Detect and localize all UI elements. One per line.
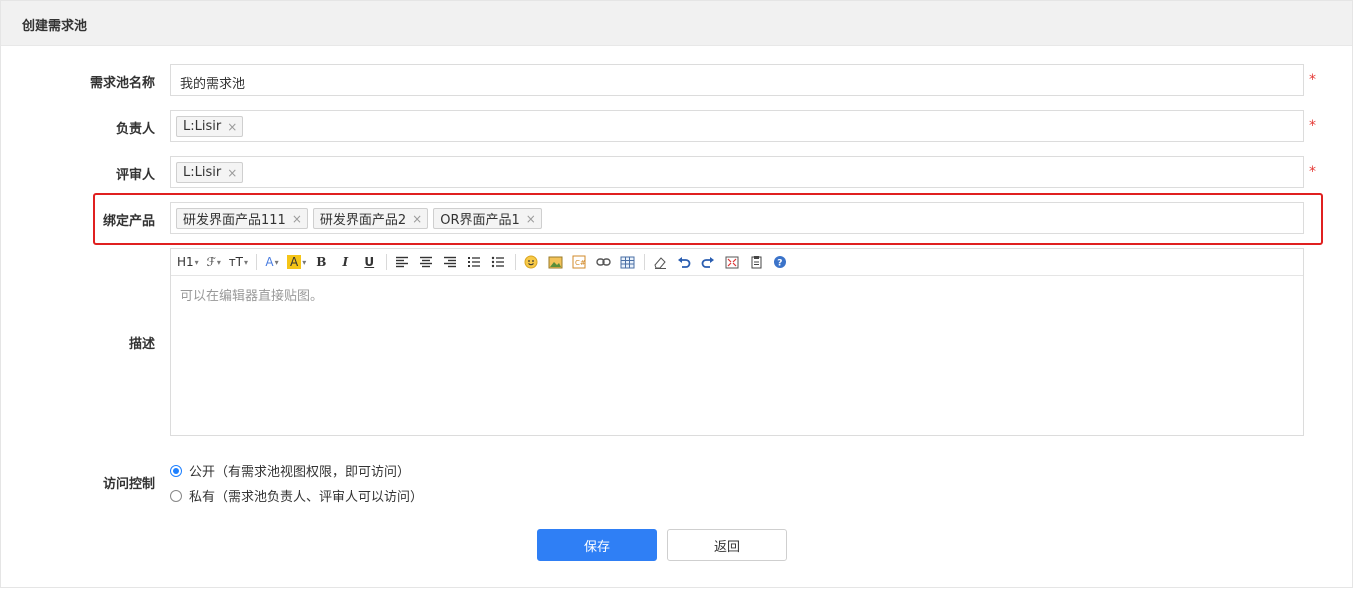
reviewer-required-mark: * <box>1309 164 1316 180</box>
access-option-private-label: 私有（需求池负责人、评审人可以访问） <box>189 490 424 505</box>
reviewer-label: 评审人 <box>115 168 155 183</box>
back-button[interactable]: 返回 <box>667 529 787 561</box>
name-input-value: 我的需求池 <box>180 77 246 92</box>
name-required-mark: * <box>1309 72 1316 88</box>
panel-header: 创建需求池 <box>1 1 1352 46</box>
access-option-public-label: 公开（有需求池视图权限，即可访问） <box>189 465 411 480</box>
reviewer-select[interactable]: L:Lisir × <box>170 156 1304 188</box>
heading-button[interactable]: H1 ▾ <box>177 252 199 272</box>
access-label: 访问控制 <box>102 477 155 492</box>
description-label: 描述 <box>128 337 155 352</box>
font-family-button[interactable]: ℱ ▾ <box>205 252 223 272</box>
chevron-down-icon: ▾ <box>244 257 249 267</box>
undo-icon[interactable] <box>675 252 693 272</box>
editor-placeholder: 可以在编辑器直接贴图。 <box>180 289 324 304</box>
owner-select[interactable]: L:Lisir × <box>170 110 1304 142</box>
toolbar-divider <box>515 254 517 270</box>
svg-text:?: ? <box>778 259 783 269</box>
radio-unchecked-icon[interactable] <box>170 489 182 502</box>
reviewer-tag-label: L:Lisir <box>183 165 222 180</box>
ordered-list-icon[interactable] <box>465 252 483 272</box>
name-input[interactable]: 我的需求池 <box>170 64 1304 96</box>
align-center-icon[interactable] <box>417 252 435 272</box>
access-option-private[interactable]: 私有（需求池负责人、评审人可以访问） <box>170 486 423 505</box>
editor-toolbar: H1 ▾ ℱ ▾ тT ▾ A ▾ A ▾ B I U C# ? <box>171 249 1303 276</box>
svg-text:C#: C# <box>575 259 586 267</box>
toolbar-divider <box>256 254 258 270</box>
radio-checked-icon[interactable] <box>170 464 182 477</box>
code-icon[interactable]: C# <box>570 252 588 272</box>
fullscreen-icon[interactable] <box>723 252 741 272</box>
redo-icon[interactable] <box>699 252 717 272</box>
help-icon[interactable]: ? <box>771 252 789 272</box>
bold-button[interactable]: B <box>312 252 330 272</box>
image-icon[interactable] <box>546 252 564 272</box>
access-option-public[interactable]: 公开（有需求池视图权限，即可访问） <box>170 461 410 480</box>
table-icon[interactable] <box>618 252 636 272</box>
close-icon[interactable]: × <box>227 166 237 180</box>
emoji-icon[interactable] <box>522 252 540 272</box>
underline-button[interactable]: U <box>360 252 378 272</box>
font-color-button[interactable]: A ▾ <box>263 252 281 272</box>
link-icon[interactable] <box>594 252 612 272</box>
reviewer-tag: L:Lisir × <box>176 162 244 183</box>
save-button[interactable]: 保存 <box>537 529 657 561</box>
owner-label: 负责人 <box>115 122 155 137</box>
description-editor[interactable]: H1 ▾ ℱ ▾ тT ▾ A ▾ A ▾ B I U C# ? 可以在编辑器直… <box>170 248 1304 436</box>
close-icon[interactable]: × <box>227 120 237 134</box>
font-color-button-label: A <box>265 255 274 269</box>
paste-icon[interactable] <box>747 252 765 272</box>
chevron-down-icon: ▾ <box>194 257 199 267</box>
italic-button[interactable]: I <box>336 252 354 272</box>
unordered-list-icon[interactable] <box>489 252 507 272</box>
highlight-box <box>93 193 1323 245</box>
owner-required-mark: * <box>1309 118 1316 134</box>
bg-color-button-label: A <box>287 255 302 269</box>
align-right-icon[interactable] <box>441 252 459 272</box>
page-title: 创建需求池 <box>22 19 88 34</box>
chevron-down-icon: ▾ <box>216 257 221 267</box>
heading-button-label: H1 <box>177 255 194 269</box>
toolbar-divider <box>644 254 646 270</box>
chevron-down-icon: ▾ <box>302 257 307 267</box>
chevron-down-icon: ▾ <box>274 257 279 267</box>
owner-tag: L:Lisir × <box>176 116 244 137</box>
eraser-icon[interactable] <box>651 252 669 272</box>
name-label: 需求池名称 <box>89 76 155 91</box>
font-size-button[interactable]: тT ▾ <box>229 252 248 272</box>
align-left-icon[interactable] <box>393 252 411 272</box>
font-family-button-label: ℱ <box>206 255 216 269</box>
toolbar-divider <box>386 254 388 270</box>
font-size-button-label: тT <box>228 255 244 269</box>
create-pool-panel: 创建需求池 需求池名称 我的需求池 * 负责人 L:Lisir × * 评审人 … <box>0 0 1353 588</box>
bg-color-button[interactable]: A ▾ <box>287 252 306 272</box>
owner-tag-label: L:Lisir <box>183 119 222 134</box>
